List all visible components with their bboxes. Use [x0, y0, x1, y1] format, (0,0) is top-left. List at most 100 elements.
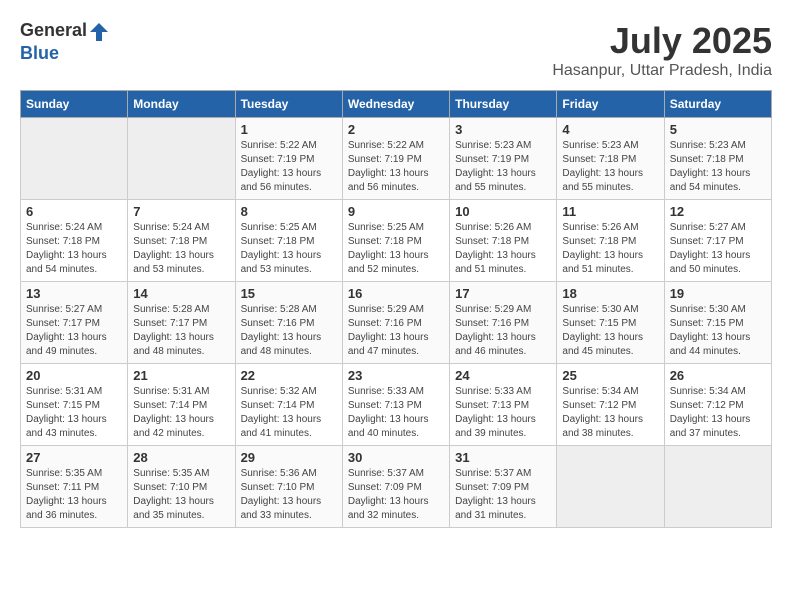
day-cell: 26 Sunrise: 5:34 AMSunset: 7:12 PMDayligh…	[664, 364, 771, 446]
day-cell	[128, 118, 235, 200]
day-cell	[21, 118, 128, 200]
day-number: 2	[348, 122, 444, 137]
day-number: 9	[348, 204, 444, 219]
column-header-thursday: Thursday	[450, 91, 557, 118]
day-info: Sunrise: 5:26 AMSunset: 7:18 PMDaylight:…	[562, 221, 658, 277]
day-cell: 27 Sunrise: 5:35 AMSunset: 7:11 PMDayligh…	[21, 446, 128, 528]
page-header: General Blue July 2025 Hasanpur, Uttar P…	[20, 20, 772, 80]
week-row-5: 27 Sunrise: 5:35 AMSunset: 7:11 PMDayligh…	[21, 446, 772, 528]
day-number: 28	[133, 450, 229, 465]
day-number: 23	[348, 368, 444, 383]
day-number: 8	[241, 204, 337, 219]
day-info: Sunrise: 5:37 AMSunset: 7:09 PMDaylight:…	[455, 467, 551, 523]
day-cell: 20 Sunrise: 5:31 AMSunset: 7:15 PMDayligh…	[21, 364, 128, 446]
calendar-table: SundayMondayTuesdayWednesdayThursdayFrid…	[20, 90, 772, 528]
calendar-title: July 2025	[552, 20, 772, 62]
logo-blue: Blue	[20, 43, 59, 63]
column-header-tuesday: Tuesday	[235, 91, 342, 118]
day-cell: 2 Sunrise: 5:22 AMSunset: 7:19 PMDaylight…	[342, 118, 449, 200]
day-number: 13	[26, 286, 122, 301]
day-number: 19	[670, 286, 766, 301]
day-cell: 3 Sunrise: 5:23 AMSunset: 7:19 PMDaylight…	[450, 118, 557, 200]
day-info: Sunrise: 5:32 AMSunset: 7:14 PMDaylight:…	[241, 385, 337, 441]
day-cell: 18 Sunrise: 5:30 AMSunset: 7:15 PMDayligh…	[557, 282, 664, 364]
day-cell: 19Sunrise: 5:30 AMSunset: 7:15 PMDayligh…	[664, 282, 771, 364]
day-cell: 22 Sunrise: 5:32 AMSunset: 7:14 PMDayligh…	[235, 364, 342, 446]
day-info: Sunrise: 5:23 AMSunset: 7:18 PMDaylight:…	[562, 139, 658, 195]
day-info: Sunrise: 5:28 AMSunset: 7:16 PMDaylight:…	[241, 303, 337, 359]
day-cell: 15 Sunrise: 5:28 AMSunset: 7:16 PMDayligh…	[235, 282, 342, 364]
day-cell: 28 Sunrise: 5:35 AMSunset: 7:10 PMDayligh…	[128, 446, 235, 528]
day-number: 17	[455, 286, 551, 301]
day-info: Sunrise: 5:24 AMSunset: 7:18 PMDaylight:…	[26, 221, 122, 277]
day-number: 29	[241, 450, 337, 465]
day-number: 3	[455, 122, 551, 137]
day-number: 14	[133, 286, 229, 301]
day-info: Sunrise: 5:28 AMSunset: 7:17 PMDaylight:…	[133, 303, 229, 359]
day-cell: 30Sunrise: 5:37 AMSunset: 7:09 PMDayligh…	[342, 446, 449, 528]
day-number: 21	[133, 368, 229, 383]
day-number: 10	[455, 204, 551, 219]
day-info: Sunrise: 5:22 AMSunset: 7:19 PMDaylight:…	[241, 139, 337, 195]
day-cell: 24Sunrise: 5:33 AMSunset: 7:13 PMDayligh…	[450, 364, 557, 446]
day-info: Sunrise: 5:35 AMSunset: 7:11 PMDaylight:…	[26, 467, 122, 523]
calendar-header-row: SundayMondayTuesdayWednesdayThursdayFrid…	[21, 91, 772, 118]
column-header-saturday: Saturday	[664, 91, 771, 118]
day-cell: 8 Sunrise: 5:25 AMSunset: 7:18 PMDaylight…	[235, 200, 342, 282]
day-number: 31	[455, 450, 551, 465]
day-number: 11	[562, 204, 658, 219]
day-number: 26	[670, 368, 766, 383]
logo-general: General	[20, 20, 87, 40]
day-number: 12	[670, 204, 766, 219]
day-info: Sunrise: 5:35 AMSunset: 7:10 PMDaylight:…	[133, 467, 229, 523]
day-info: Sunrise: 5:34 AMSunset: 7:12 PMDaylight:…	[670, 385, 766, 441]
week-row-4: 20 Sunrise: 5:31 AMSunset: 7:15 PMDayligh…	[21, 364, 772, 446]
day-cell: 7 Sunrise: 5:24 AMSunset: 7:18 PMDaylight…	[128, 200, 235, 282]
day-number: 27	[26, 450, 122, 465]
day-info: Sunrise: 5:25 AMSunset: 7:18 PMDaylight:…	[241, 221, 337, 277]
day-cell: 12 Sunrise: 5:27 AMSunset: 7:17 PMDayligh…	[664, 200, 771, 282]
logo: General Blue	[20, 20, 111, 64]
day-cell: 31 Sunrise: 5:37 AMSunset: 7:09 PMDayligh…	[450, 446, 557, 528]
logo-icon	[88, 21, 110, 43]
day-info: Sunrise: 5:23 AMSunset: 7:19 PMDaylight:…	[455, 139, 551, 195]
logo-text: General Blue	[20, 20, 111, 64]
day-number: 25	[562, 368, 658, 383]
day-number: 7	[133, 204, 229, 219]
week-row-3: 13 Sunrise: 5:27 AMSunset: 7:17 PMDayligh…	[21, 282, 772, 364]
day-info: Sunrise: 5:22 AMSunset: 7:19 PMDaylight:…	[348, 139, 444, 195]
column-header-sunday: Sunday	[21, 91, 128, 118]
column-header-wednesday: Wednesday	[342, 91, 449, 118]
column-header-monday: Monday	[128, 91, 235, 118]
day-cell: 14 Sunrise: 5:28 AMSunset: 7:17 PMDayligh…	[128, 282, 235, 364]
day-info: Sunrise: 5:34 AMSunset: 7:12 PMDaylight:…	[562, 385, 658, 441]
column-header-friday: Friday	[557, 91, 664, 118]
day-number: 16	[348, 286, 444, 301]
day-cell: 25 Sunrise: 5:34 AMSunset: 7:12 PMDayligh…	[557, 364, 664, 446]
day-info: Sunrise: 5:25 AMSunset: 7:18 PMDaylight:…	[348, 221, 444, 277]
day-info: Sunrise: 5:30 AMSunset: 7:15 PMDaylight:…	[562, 303, 658, 359]
day-info: Sunrise: 5:36 AMSunset: 7:10 PMDaylight:…	[241, 467, 337, 523]
day-cell: 9 Sunrise: 5:25 AMSunset: 7:18 PMDaylight…	[342, 200, 449, 282]
day-number: 18	[562, 286, 658, 301]
day-info: Sunrise: 5:27 AMSunset: 7:17 PMDaylight:…	[26, 303, 122, 359]
day-number: 22	[241, 368, 337, 383]
day-cell	[664, 446, 771, 528]
day-number: 30	[348, 450, 444, 465]
day-cell: 11 Sunrise: 5:26 AMSunset: 7:18 PMDayligh…	[557, 200, 664, 282]
week-row-2: 6Sunrise: 5:24 AMSunset: 7:18 PMDaylight…	[21, 200, 772, 282]
day-cell: 29 Sunrise: 5:36 AMSunset: 7:10 PMDayligh…	[235, 446, 342, 528]
day-cell: 10Sunrise: 5:26 AMSunset: 7:18 PMDayligh…	[450, 200, 557, 282]
day-info: Sunrise: 5:29 AMSunset: 7:16 PMDaylight:…	[455, 303, 551, 359]
day-cell: 5Sunrise: 5:23 AMSunset: 7:18 PMDaylight…	[664, 118, 771, 200]
day-number: 20	[26, 368, 122, 383]
day-cell: 21Sunrise: 5:31 AMSunset: 7:14 PMDayligh…	[128, 364, 235, 446]
week-row-1: 1 Sunrise: 5:22 AMSunset: 7:19 PMDaylight…	[21, 118, 772, 200]
day-info: Sunrise: 5:27 AMSunset: 7:17 PMDaylight:…	[670, 221, 766, 277]
day-info: Sunrise: 5:31 AMSunset: 7:15 PMDaylight:…	[26, 385, 122, 441]
day-info: Sunrise: 5:24 AMSunset: 7:18 PMDaylight:…	[133, 221, 229, 277]
day-number: 24	[455, 368, 551, 383]
day-number: 15	[241, 286, 337, 301]
day-cell: 4Sunrise: 5:23 AMSunset: 7:18 PMDaylight…	[557, 118, 664, 200]
day-number: 1	[241, 122, 337, 137]
